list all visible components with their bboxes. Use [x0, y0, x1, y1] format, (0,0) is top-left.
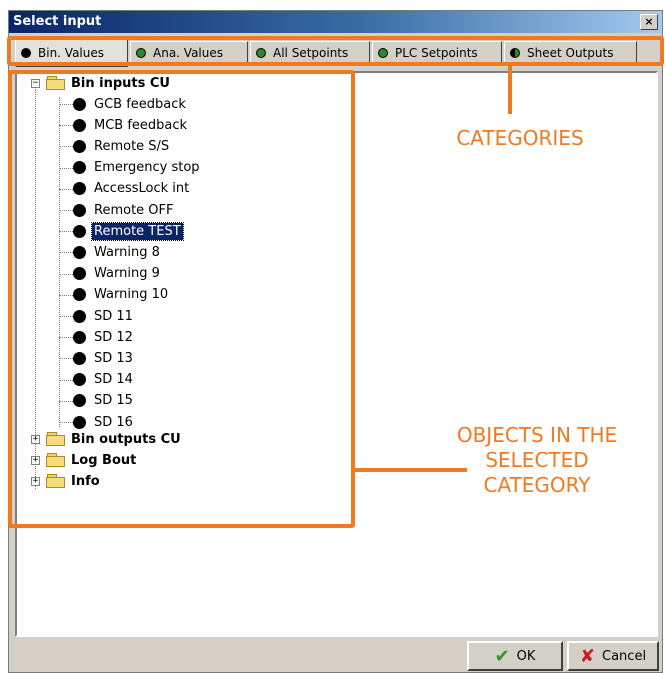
objects-callout-line-3: CATEGORY: [483, 473, 591, 497]
objects-callout-line-2: SELECTED: [485, 448, 589, 472]
cancel-label: Cancel: [602, 648, 647, 664]
ok-label: OK: [516, 648, 536, 664]
checkmark-icon: ✔: [494, 645, 510, 667]
title-bar[interactable]: Select input ×: [9, 11, 662, 33]
ok-button[interactable]: ✔ OK: [467, 641, 563, 671]
close-button[interactable]: ×: [640, 14, 658, 30]
categories-callout-label: CATEGORIES: [456, 126, 584, 150]
objects-callout-label: OBJECTS IN THE SELECTED CATEGORY: [436, 423, 638, 498]
objects-callout-line-1: OBJECTS IN THE: [456, 423, 618, 447]
window-title: Select input: [13, 14, 102, 29]
cancel-button[interactable]: ✘ Cancel: [567, 641, 659, 671]
categories-highlight-box: [7, 36, 664, 66]
dialog-button-bar: ✔ OK ✘ Cancel: [9, 637, 662, 672]
objects-highlight-box: [8, 70, 355, 528]
cross-icon: ✘: [579, 645, 596, 667]
categories-callout-line: [508, 66, 512, 114]
close-icon: ×: [644, 15, 654, 28]
